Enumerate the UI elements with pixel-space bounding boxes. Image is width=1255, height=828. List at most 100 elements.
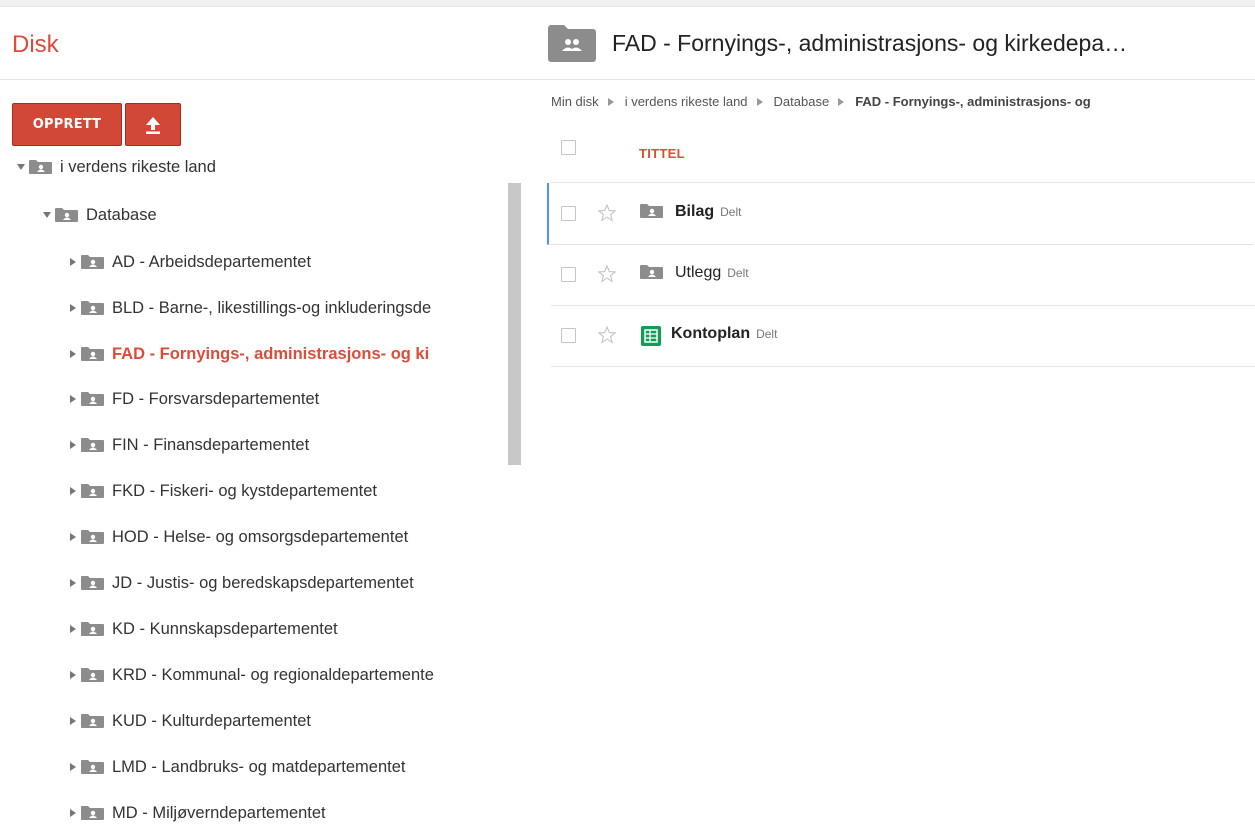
tree-item-label: LMD - Landbruks- og matdepartementet (112, 757, 406, 776)
breadcrumb-current: FAD - Fornyings-, administrasjons- og (855, 94, 1091, 109)
shared-folder-icon (81, 806, 104, 820)
shared-folder-icon (81, 530, 104, 544)
tree-scrollbar[interactable] (508, 183, 521, 465)
tree-item-label: FIN - Finansdepartementet (112, 435, 310, 454)
page-title: FAD - Fornyings-, administrasjons- og ki… (612, 30, 1128, 56)
star-icon[interactable] (598, 326, 616, 344)
shared-folder-icon (640, 204, 663, 218)
shared-badge: Delt (720, 205, 742, 219)
shared-folder-icon (81, 347, 104, 361)
app-title[interactable]: Disk (12, 31, 59, 59)
tree-item[interactable]: FD - Forsvarsdepartementet (68, 387, 319, 411)
upload-button[interactable] (125, 103, 181, 146)
tree-item[interactable]: BLD - Barne-, likestillings-og inkluderi… (68, 296, 431, 320)
tree-item-label: JD - Justis- og beredskapsdepartementet (112, 573, 414, 592)
tree-item-database[interactable]: Database (42, 203, 157, 227)
expand-right-icon[interactable] (68, 303, 78, 313)
tree-item-label: KUD - Kulturdepartementet (112, 711, 312, 730)
file-row[interactable]: Bilag Delt (547, 183, 1253, 245)
tree-item-label: Database (86, 205, 157, 224)
tree-item[interactable]: LMD - Landbruks- og matdepartementet (68, 755, 405, 779)
expand-right-icon[interactable] (68, 670, 78, 680)
tree-item[interactable]: KUD - Kulturdepartementet (68, 709, 311, 733)
expand-right-icon[interactable] (68, 257, 78, 267)
star-icon[interactable] (598, 204, 616, 222)
tree-item-label: FAD - Fornyings-, administrasjons- og ki (112, 344, 430, 363)
tree-item[interactable]: JD - Justis- og beredskapsdepartementet (68, 571, 414, 595)
file-name-text: Kontoplan (671, 325, 751, 342)
upload-arrow-icon (146, 116, 160, 134)
expand-right-icon[interactable] (68, 486, 78, 496)
tree-item-label: KD - Kunnskapsdepartementet (112, 619, 338, 638)
file-row[interactable]: Utlegg Delt (551, 244, 1255, 306)
shared-folder-icon (640, 265, 663, 279)
shared-badge: Delt (756, 327, 778, 341)
shared-folder-icon (548, 25, 596, 62)
breadcrumb-item[interactable]: Min disk (551, 94, 599, 109)
shared-folder-icon (55, 208, 78, 222)
shared-badge: Delt (727, 266, 749, 280)
tree-item[interactable]: FIN - Finansdepartementet (68, 433, 309, 457)
header-divider (0, 79, 1255, 80)
spreadsheet-icon (641, 326, 661, 346)
breadcrumb-item[interactable]: i verdens rikeste land (625, 94, 748, 109)
tree-item-label: BLD - Barne-, likestillings-og inkluderi… (112, 298, 432, 317)
chevron-right-icon (756, 97, 765, 106)
shared-folder-icon (81, 301, 104, 315)
file-name-text: Bilag (675, 203, 715, 220)
tree-item-label: i verdens rikeste land (60, 157, 216, 176)
shared-folder-icon (81, 438, 104, 452)
shared-folder-icon (81, 576, 104, 590)
expand-right-icon[interactable] (68, 808, 78, 818)
select-all-checkbox[interactable] (561, 140, 576, 155)
tree-item-label: FD - Forsvarsdepartementet (112, 389, 320, 408)
file-row[interactable]: Kontoplan Delt (551, 305, 1255, 367)
star-icon[interactable] (598, 265, 616, 283)
file-name[interactable]: Utlegg Delt (675, 264, 749, 282)
expand-right-icon[interactable] (68, 440, 78, 450)
tree-item-label: AD - Arbeidsdepartementet (112, 252, 312, 271)
chevron-right-icon (838, 97, 846, 106)
chevron-right-icon (607, 97, 616, 106)
shared-folder-icon (81, 714, 104, 728)
file-name[interactable]: Kontoplan Delt (671, 325, 777, 343)
file-name[interactable]: Bilag Delt (675, 203, 741, 221)
row-checkbox[interactable] (561, 206, 576, 221)
create-button[interactable]: OPPRETT (12, 103, 122, 146)
folder-tree: i verdens rikeste land Database AD - Arb… (0, 146, 505, 828)
shared-folder-icon (81, 255, 104, 269)
row-checkbox[interactable] (561, 267, 576, 282)
tree-item[interactable]: AD - Arbeidsdepartementet (68, 250, 311, 274)
file-name-text: Utlegg (675, 264, 722, 281)
expand-right-icon[interactable] (68, 532, 78, 542)
expand-right-icon[interactable] (68, 762, 78, 772)
top-bar (0, 0, 1255, 7)
breadcrumb: Min disk i verdens rikeste land Database… (551, 94, 1091, 109)
tree-item[interactable]: MD - Miljøverndepartementet (68, 801, 326, 825)
row-checkbox[interactable] (561, 328, 576, 343)
expand-right-icon[interactable] (68, 624, 78, 634)
breadcrumb-item[interactable]: Database (774, 94, 830, 109)
tree-item[interactable]: HOD - Helse- og omsorgsdepartementet (68, 525, 408, 549)
tree-item[interactable]: KRD - Kommunal- og regionaldepartemente (68, 663, 434, 687)
expand-right-icon[interactable] (68, 716, 78, 726)
shared-folder-icon (81, 622, 104, 636)
shared-folder-icon (81, 484, 104, 498)
expand-down-icon[interactable] (42, 210, 52, 220)
shared-folder-icon (81, 392, 104, 406)
list-header: TITTEL (551, 125, 1255, 183)
tree-item[interactable]: KD - Kunnskapsdepartementet (68, 617, 338, 641)
tree-item[interactable]: FKD - Fiskeri- og kystdepartementet (68, 479, 377, 503)
column-title-header[interactable]: TITTEL (639, 146, 685, 161)
tree-item-active[interactable]: FAD - Fornyings-, administrasjons- og ki (68, 342, 429, 366)
tree-item-label: MD - Miljøverndepartementet (112, 803, 326, 822)
expand-right-icon[interactable] (68, 394, 78, 404)
expand-right-icon[interactable] (68, 578, 78, 588)
tree-item-root[interactable]: i verdens rikeste land (16, 155, 216, 179)
tree-item-label: HOD - Helse- og omsorgsdepartementet (112, 527, 409, 546)
shared-folder-icon (81, 668, 104, 682)
tree-item-label: KRD - Kommunal- og regionaldepartemente (112, 665, 434, 684)
expand-down-icon[interactable] (16, 162, 26, 172)
tree-item-label: FKD - Fiskeri- og kystdepartementet (112, 481, 377, 500)
expand-right-icon[interactable] (68, 349, 78, 359)
